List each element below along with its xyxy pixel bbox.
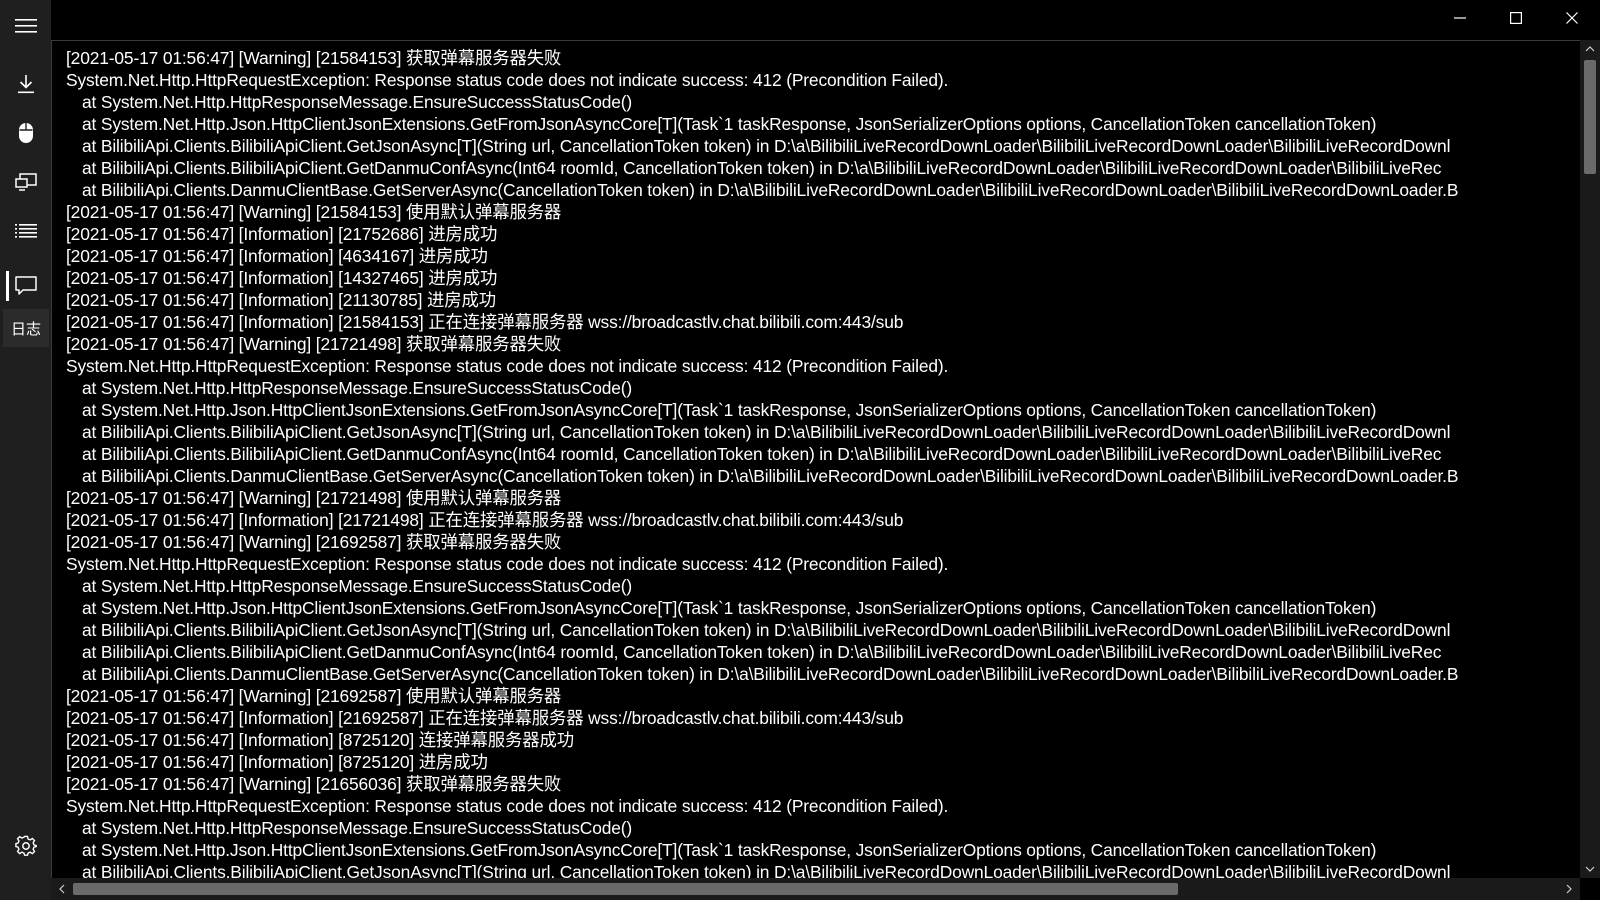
log-output-pane[interactable]: [2021-05-17 01:56:47] [Warning] [2158415… <box>51 40 1581 879</box>
scroll-down-arrow-icon[interactable] <box>1580 860 1600 878</box>
nav-item-mouse[interactable] <box>3 113 49 153</box>
minimize-icon <box>1454 11 1466 29</box>
monitor-icon <box>15 173 37 191</box>
log-line: at BilibiliApi.Clients.BilibiliApiClient… <box>82 620 1451 640</box>
log-line: [2021-05-17 01:56:47] [Warning] [2169258… <box>66 686 562 706</box>
log-line: [2021-05-17 01:56:47] [Information] [216… <box>66 708 904 728</box>
maximize-icon <box>1510 11 1523 29</box>
log-line: [2021-05-17 01:56:47] [Information] [217… <box>66 510 904 530</box>
download-icon <box>17 74 35 94</box>
log-line: at System.Net.Http.Json.HttpClientJsonEx… <box>82 114 1377 134</box>
close-icon <box>1566 11 1578 29</box>
log-line: at System.Net.Http.HttpResponseMessage.E… <box>82 818 633 838</box>
log-line: at BilibiliApi.Clients.BilibiliApiClient… <box>82 158 1442 178</box>
list-icon <box>15 223 37 239</box>
chat-icon <box>15 276 37 296</box>
sidebar-nav: 日志 <box>0 0 51 900</box>
log-line: at System.Net.Http.Json.HttpClientJsonEx… <box>82 840 1377 860</box>
gear-icon <box>15 835 37 857</box>
log-line: [2021-05-17 01:56:47] [Information] [217… <box>66 224 498 244</box>
log-line: at System.Net.Http.HttpResponseMessage.E… <box>82 92 633 112</box>
scroll-up-arrow-icon[interactable] <box>1580 40 1600 58</box>
log-line: [2021-05-17 01:56:47] [Information] [872… <box>66 730 574 750</box>
log-line: at System.Net.Http.Json.HttpClientJsonEx… <box>82 598 1377 618</box>
log-line: [2021-05-17 01:56:47] [Information] [211… <box>66 290 496 310</box>
settings-button[interactable] <box>3 826 49 866</box>
log-line: [2021-05-17 01:56:47] [Warning] [2169258… <box>66 532 562 552</box>
title-bar <box>51 0 1600 40</box>
log-line: [2021-05-17 01:56:47] [Warning] [2165603… <box>66 774 562 794</box>
log-line: at BilibiliApi.Clients.BilibiliApiClient… <box>82 642 1442 662</box>
close-button[interactable] <box>1544 0 1600 40</box>
scroll-left-arrow-icon[interactable] <box>53 878 71 900</box>
log-line: at BilibiliApi.Clients.DanmuClientBase.G… <box>82 180 1459 200</box>
vertical-scroll-thumb[interactable] <box>1584 60 1596 174</box>
log-line: System.Net.Http.HttpRequestException: Re… <box>66 796 949 816</box>
horizontal-scrollbar[interactable] <box>51 878 1580 900</box>
log-line: at System.Net.Http.HttpResponseMessage.E… <box>82 378 633 398</box>
app-window: 日志 [2021-05-17 01:56:47] [Warning] [2158… <box>0 0 1600 900</box>
minimize-button[interactable] <box>1432 0 1488 40</box>
nav-item-list[interactable] <box>3 211 49 251</box>
vertical-scrollbar[interactable] <box>1580 40 1600 878</box>
horizontal-scroll-thumb[interactable] <box>73 883 1178 895</box>
log-line: at BilibiliApi.Clients.BilibiliApiClient… <box>82 444 1442 464</box>
nav-item-logs[interactable]: 日志 <box>3 309 49 347</box>
log-line: at System.Net.Http.Json.HttpClientJsonEx… <box>82 400 1377 420</box>
log-line: [2021-05-17 01:56:47] [Warning] [2158415… <box>66 202 562 222</box>
nav-item-download[interactable] <box>3 64 49 104</box>
log-line: System.Net.Http.HttpRequestException: Re… <box>66 70 949 90</box>
log-line: [2021-05-17 01:56:47] [Warning] [2172149… <box>66 488 562 508</box>
nav-item-monitor[interactable] <box>3 162 49 202</box>
log-line: [2021-05-17 01:56:47] [Warning] [2158415… <box>66 48 562 68</box>
log-line: [2021-05-17 01:56:47] [Information] [215… <box>66 312 904 332</box>
log-line: [2021-05-17 01:56:47] [Information] [143… <box>66 268 498 288</box>
maximize-button[interactable] <box>1488 0 1544 40</box>
log-line: at BilibiliApi.Clients.DanmuClientBase.G… <box>82 466 1459 486</box>
log-line: System.Net.Http.HttpRequestException: Re… <box>66 356 949 376</box>
log-line: at BilibiliApi.Clients.DanmuClientBase.G… <box>82 664 1459 684</box>
menu-button[interactable] <box>3 6 49 46</box>
log-line: at BilibiliApi.Clients.BilibiliApiClient… <box>82 136 1451 156</box>
log-line: [2021-05-17 01:56:47] [Information] [463… <box>66 246 488 266</box>
log-line: at System.Net.Http.HttpResponseMessage.E… <box>82 576 633 596</box>
log-text: [2021-05-17 01:56:47] [Warning] [2158415… <box>66 47 1566 879</box>
log-line: at BilibiliApi.Clients.BilibiliApiClient… <box>82 862 1451 879</box>
mouse-icon <box>18 122 34 144</box>
log-line: [2021-05-17 01:56:47] [Information] [872… <box>66 752 488 772</box>
log-line: at BilibiliApi.Clients.BilibiliApiClient… <box>82 422 1451 442</box>
nav-item-chat[interactable] <box>3 266 49 306</box>
scroll-right-arrow-icon[interactable] <box>1560 878 1578 900</box>
log-line: [2021-05-17 01:56:47] [Warning] [2172149… <box>66 334 562 354</box>
hamburger-menu-icon <box>15 18 37 34</box>
log-line: System.Net.Http.HttpRequestException: Re… <box>66 554 949 574</box>
